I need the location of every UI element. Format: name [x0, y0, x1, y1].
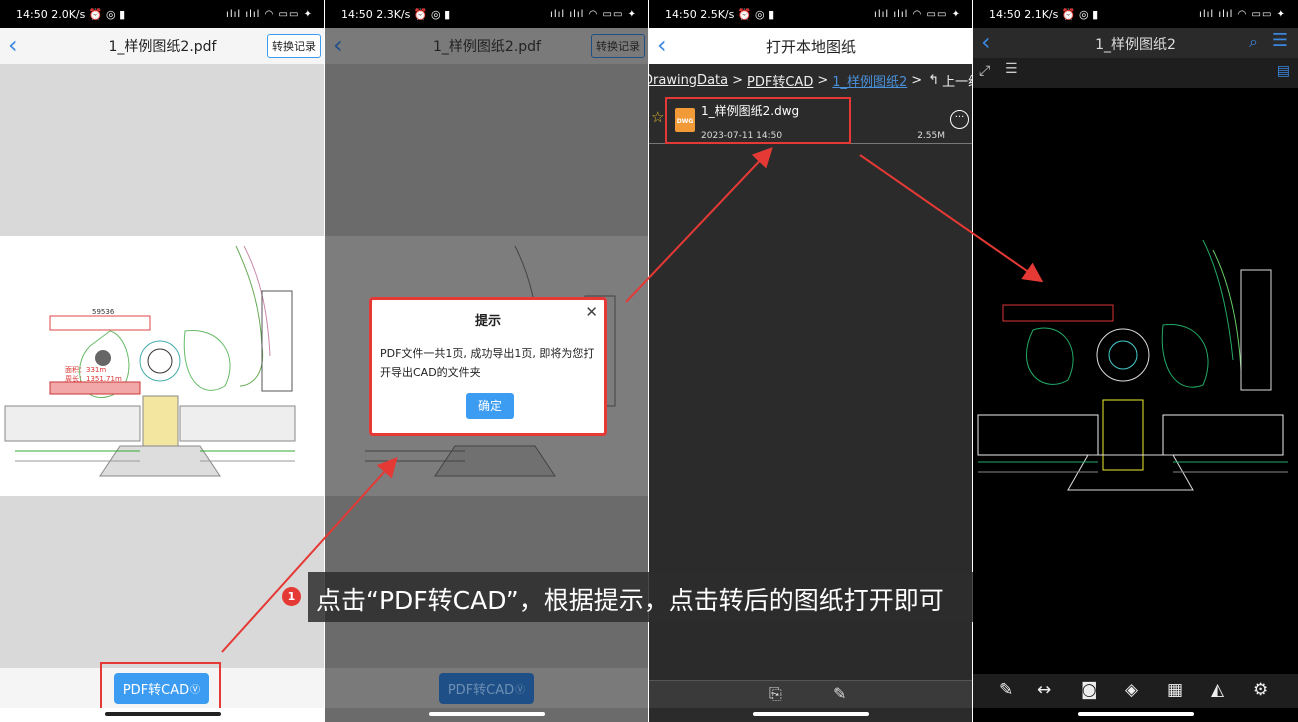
pdf-drawing-preview: 59536 面积：331m 周长：1351.71m: [0, 236, 325, 496]
breadcrumb-item-pdf2cad[interactable]: PDF转CAD: [747, 71, 813, 90]
dialog: 提示 ✕ PDF文件一共1页, 成功导出1页, 即将为您打开导出CAD的文件夹 …: [369, 297, 607, 436]
camera-icon[interactable]: ◙: [1081, 680, 1098, 700]
header: ‹ 1_样例图纸2.pdf 转换记录: [0, 28, 325, 64]
status-bar: 14:50 2.0K/s ⏰ ◎ ▮ ılıl ılıl ◠ ▭▭ ✦: [0, 0, 325, 28]
status-right: ılıl ılıl ◠ ▭▭ ✦: [550, 8, 637, 20]
breadcrumb-item-drawingdata[interactable]: DrawingData: [649, 73, 728, 88]
file-size: 2.55M: [917, 131, 945, 141]
draw-area-icon[interactable]: ◭: [1211, 680, 1224, 700]
measure-icon[interactable]: ↔: [1037, 680, 1051, 700]
status-bar: 14:50 2.3K/s ⏰ ◎ ▮ ılıl ılıl ◠ ▭▭ ✦: [325, 0, 649, 28]
step-badge: 1: [282, 587, 301, 606]
settings-icon[interactable]: ⚙: [1253, 680, 1268, 700]
layers-icon[interactable]: ◈: [1125, 680, 1138, 700]
home-indicator[interactable]: [429, 712, 545, 716]
breadcrumb-separator: >: [732, 72, 744, 88]
caption-text: 点击“PDF转CAD”，根据提示，点击转后的图纸打开即可: [316, 586, 944, 615]
up-level-button[interactable]: 上一级: [942, 71, 973, 90]
header: ‹ 1_样例图纸2.pdf 转换记录: [325, 28, 649, 64]
page-title: 打开本地图纸: [765, 38, 856, 56]
drawing-dim-label: 59536: [92, 308, 115, 316]
home-indicator[interactable]: [753, 712, 869, 716]
menu-icon[interactable]: ☰: [1272, 30, 1288, 51]
close-icon[interactable]: ✕: [585, 303, 598, 321]
layout-icon[interactable]: ▦: [1167, 680, 1183, 700]
breadcrumb: DrawingData > PDF转CAD > 1_样例图纸2 > ↰ 上一级: [649, 66, 973, 94]
annotation-box-file: [665, 97, 851, 144]
up-level-icon: ↰: [928, 72, 940, 88]
home-indicator[interactable]: [104, 712, 221, 716]
header: ‹ 打开本地图纸: [649, 28, 973, 64]
pdf-to-cad-label: PDF转CAD: [447, 683, 515, 698]
edit-icon[interactable]: ✎: [999, 680, 1013, 700]
status-left: 14:50 2.0K/s ⏰ ◎ ▮: [16, 7, 126, 21]
status-bar: 14:50 2.1K/s ⏰ ◎ ▮ ılıl ılıl ◠ ▭▭ ✦: [973, 0, 1298, 28]
status-right: ılıl ılıl ◠ ▭▭ ✦: [226, 8, 313, 20]
cad-site-plan: [977, 239, 1288, 491]
status-left: 14:50 2.1K/s ⏰ ◎ ▮: [989, 7, 1099, 21]
fullscreen-icon[interactable]: ⤢: [979, 63, 990, 79]
status-left: 14:50 2.3K/s ⏰ ◎ ▮: [341, 7, 451, 21]
step-caption: 点击“PDF转CAD”，根据提示，点击转后的图纸打开即可: [308, 572, 973, 622]
collapse-icon[interactable]: ☰: [1005, 61, 1018, 77]
ok-button[interactable]: 确定: [466, 393, 514, 419]
screen-cad-viewer: 14:50 2.1K/s ⏰ ◎ ▮ ılıl ılıl ◠ ▭▭ ✦ ‹ 1_…: [973, 0, 1298, 722]
edit-icon[interactable]: ✎: [833, 684, 846, 703]
history-button[interactable]: 转换记录: [591, 34, 645, 58]
layers-list-icon[interactable]: ▤: [1277, 63, 1290, 79]
cad-drawing: [973, 230, 1298, 520]
drawing-perimeter-label: 周长：1351.71m: [65, 374, 122, 383]
dialog-title: 提示: [474, 314, 501, 329]
pdf-to-cad-button[interactable]: PDF转CAD Ⓥ: [439, 673, 534, 704]
new-file-icon[interactable]: ⎘: [769, 684, 782, 704]
screen-pdf-viewer: 14:50 2.0K/s ⏰ ◎ ▮ ılıl ılıl ◠ ▭▭ ✦ ‹ 1_…: [0, 0, 325, 722]
header: ‹ 1_样例图纸2 ⌕ ☰: [973, 28, 1298, 58]
home-indicator[interactable]: [1077, 712, 1194, 716]
step-number: 1: [287, 590, 296, 603]
status-right: ılıl ılıl ◠ ▭▭ ✦: [1199, 8, 1286, 20]
status-left: 14:50 2.5K/s ⏰ ◎ ▮: [665, 7, 775, 21]
annotation-box-pdf-button: [100, 662, 221, 711]
star-icon[interactable]: ☆: [651, 108, 664, 126]
status-bar: 14:50 2.5K/s ⏰ ◎ ▮ ılıl ılıl ◠ ▭▭ ✦: [649, 0, 973, 28]
view-toolbar: ⤢ ☰ ▤: [973, 58, 1298, 88]
bottom-toolbar: ✎ ↔ ◙ ◈ ▦ ◭ ⚙: [973, 674, 1298, 708]
search-icon[interactable]: ⌕: [1249, 32, 1258, 52]
status-right: ılıl ılıl ◠ ▭▭ ✦: [874, 8, 961, 20]
drawing-area-label: 面积：331m: [65, 365, 106, 374]
breadcrumb-item-current[interactable]: 1_样例图纸2: [832, 71, 907, 90]
history-button[interactable]: 转换记录: [267, 34, 321, 58]
breadcrumb-separator: >: [911, 72, 923, 88]
site-plan-image: 59536 面积：331m 周长：1351.71m: [4, 245, 296, 477]
breadcrumb-separator: >: [817, 72, 829, 88]
more-options-icon[interactable]: ···: [950, 110, 969, 129]
bottom-toolbar: ⎘ ✎: [649, 680, 973, 708]
vip-icon: Ⓥ: [515, 685, 526, 696]
dialog-message: PDF文件一共1页, 成功导出1页, 即将为您打开导出CAD的文件夹: [380, 347, 595, 379]
